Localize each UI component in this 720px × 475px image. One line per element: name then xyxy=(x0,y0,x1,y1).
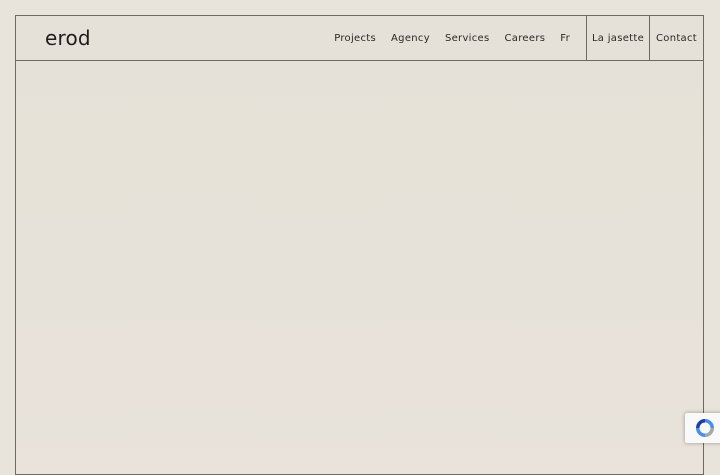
recaptcha-badge[interactable] xyxy=(685,413,720,443)
site-logo[interactable]: erod xyxy=(45,24,91,52)
nav-link-contact[interactable]: Contact xyxy=(649,16,703,60)
nav-link-careers[interactable]: Careers xyxy=(505,33,546,44)
nav-link-services[interactable]: Services xyxy=(445,33,490,44)
nav-link-projects[interactable]: Projects xyxy=(334,33,376,44)
main-nav: Projects Agency Services Careers Fr La j… xyxy=(334,16,703,60)
page-frame: erod Projects Agency Services Careers Fr… xyxy=(15,15,704,475)
primary-links: Projects Agency Services Careers Fr xyxy=(334,16,586,60)
site-header: erod Projects Agency Services Careers Fr… xyxy=(16,16,703,61)
recaptcha-icon xyxy=(696,419,714,437)
nav-link-agency[interactable]: Agency xyxy=(391,33,430,44)
language-toggle[interactable]: Fr xyxy=(560,33,570,44)
nav-link-la-jasette[interactable]: La jasette xyxy=(586,16,649,60)
